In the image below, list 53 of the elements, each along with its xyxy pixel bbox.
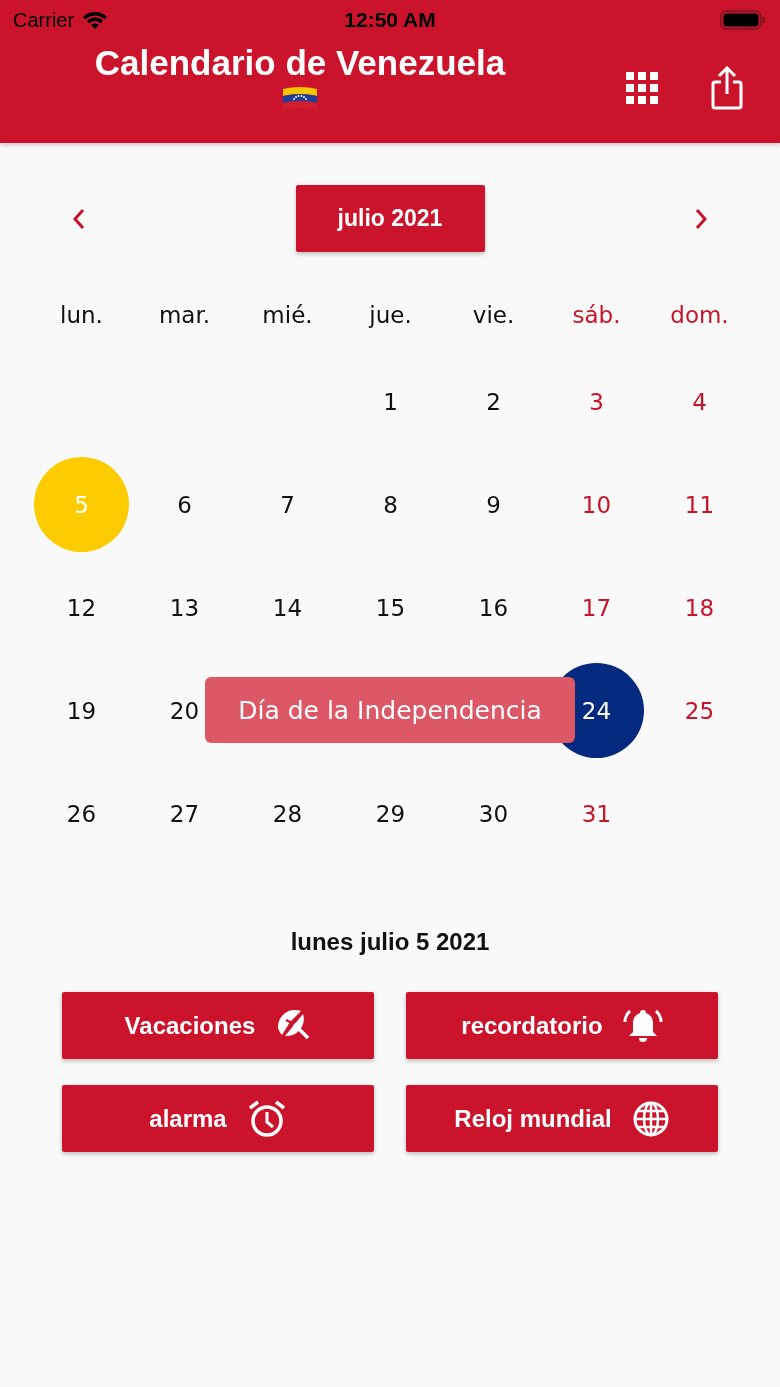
- share-button[interactable]: [710, 66, 744, 110]
- action-button[interactable]: Reloj mundial: [406, 1085, 718, 1152]
- calendar-day[interactable]: 27: [137, 766, 232, 861]
- calendar-day[interactable]: 15: [343, 560, 438, 655]
- weekday-label: mié.: [262, 302, 313, 328]
- weekday-label: dom.: [670, 302, 729, 328]
- app-title: Calendario de Venezuela: [94, 42, 506, 84]
- calendar-day[interactable]: 17: [549, 560, 644, 655]
- calendar-day[interactable]: 25: [652, 663, 747, 758]
- carrier-label: Carrier: [13, 8, 75, 32]
- calendar-day[interactable]: 10: [549, 457, 644, 552]
- flag-icon: [282, 86, 318, 112]
- weekday-label: sáb.: [572, 302, 621, 328]
- action-button[interactable]: recordatorio: [406, 992, 718, 1059]
- weekday-label: mar.: [158, 302, 211, 328]
- wifi-icon: [82, 11, 109, 29]
- share-icon: [710, 66, 744, 110]
- weekday-label: lun.: [60, 302, 103, 328]
- selected-date-label: lunes julio 5 2021: [289, 928, 491, 956]
- calendar-day[interactable]: 30: [446, 766, 541, 861]
- calendar-day[interactable]: 3: [549, 354, 644, 449]
- month-button[interactable]: julio 2021: [295, 185, 485, 252]
- calendar-day[interactable]: 8: [343, 457, 438, 552]
- globe-icon: [631, 1099, 670, 1138]
- calendar-day[interactable]: 29: [343, 766, 438, 861]
- calendar-day[interactable]: 19: [34, 663, 129, 758]
- calendar-day[interactable]: 12: [34, 560, 129, 655]
- calendar-day[interactable]: 26: [34, 766, 129, 861]
- alarm-clock-icon: [246, 1098, 287, 1139]
- calendar-day[interactable]: 4: [652, 354, 747, 449]
- weekday-label: vie.: [472, 302, 515, 328]
- calendar-day[interactable]: 28: [240, 766, 335, 861]
- calendar-day[interactable]: 16: [446, 560, 541, 655]
- chevron-right-icon: [694, 207, 708, 230]
- calendar-day[interactable]: 14: [240, 560, 335, 655]
- calendar-day[interactable]: 9: [446, 457, 541, 552]
- grid-icon: [626, 72, 658, 104]
- chevron-left-icon: [72, 207, 86, 230]
- battery-icon: [720, 10, 766, 30]
- calendar-day[interactable]: 13: [137, 560, 232, 655]
- holiday-tooltip: Día de la Independencia: [205, 677, 575, 743]
- action-button[interactable]: alarma: [62, 1085, 374, 1152]
- grid-button[interactable]: [626, 72, 658, 104]
- weekday-label: jue.: [369, 302, 412, 328]
- calendar-day[interactable]: 1: [343, 354, 438, 449]
- calendar-day[interactable]: 6: [137, 457, 232, 552]
- status-time: 12:50 AM: [344, 8, 436, 32]
- calendar-day[interactable]: 31: [549, 766, 644, 861]
- calendar-day[interactable]: 2: [446, 354, 541, 449]
- action-button[interactable]: Vacaciones: [62, 992, 374, 1059]
- calendar-day[interactable]: 18: [652, 560, 747, 655]
- calendar-day[interactable]: 11: [652, 457, 747, 552]
- calendar-day[interactable]: 7: [240, 457, 335, 552]
